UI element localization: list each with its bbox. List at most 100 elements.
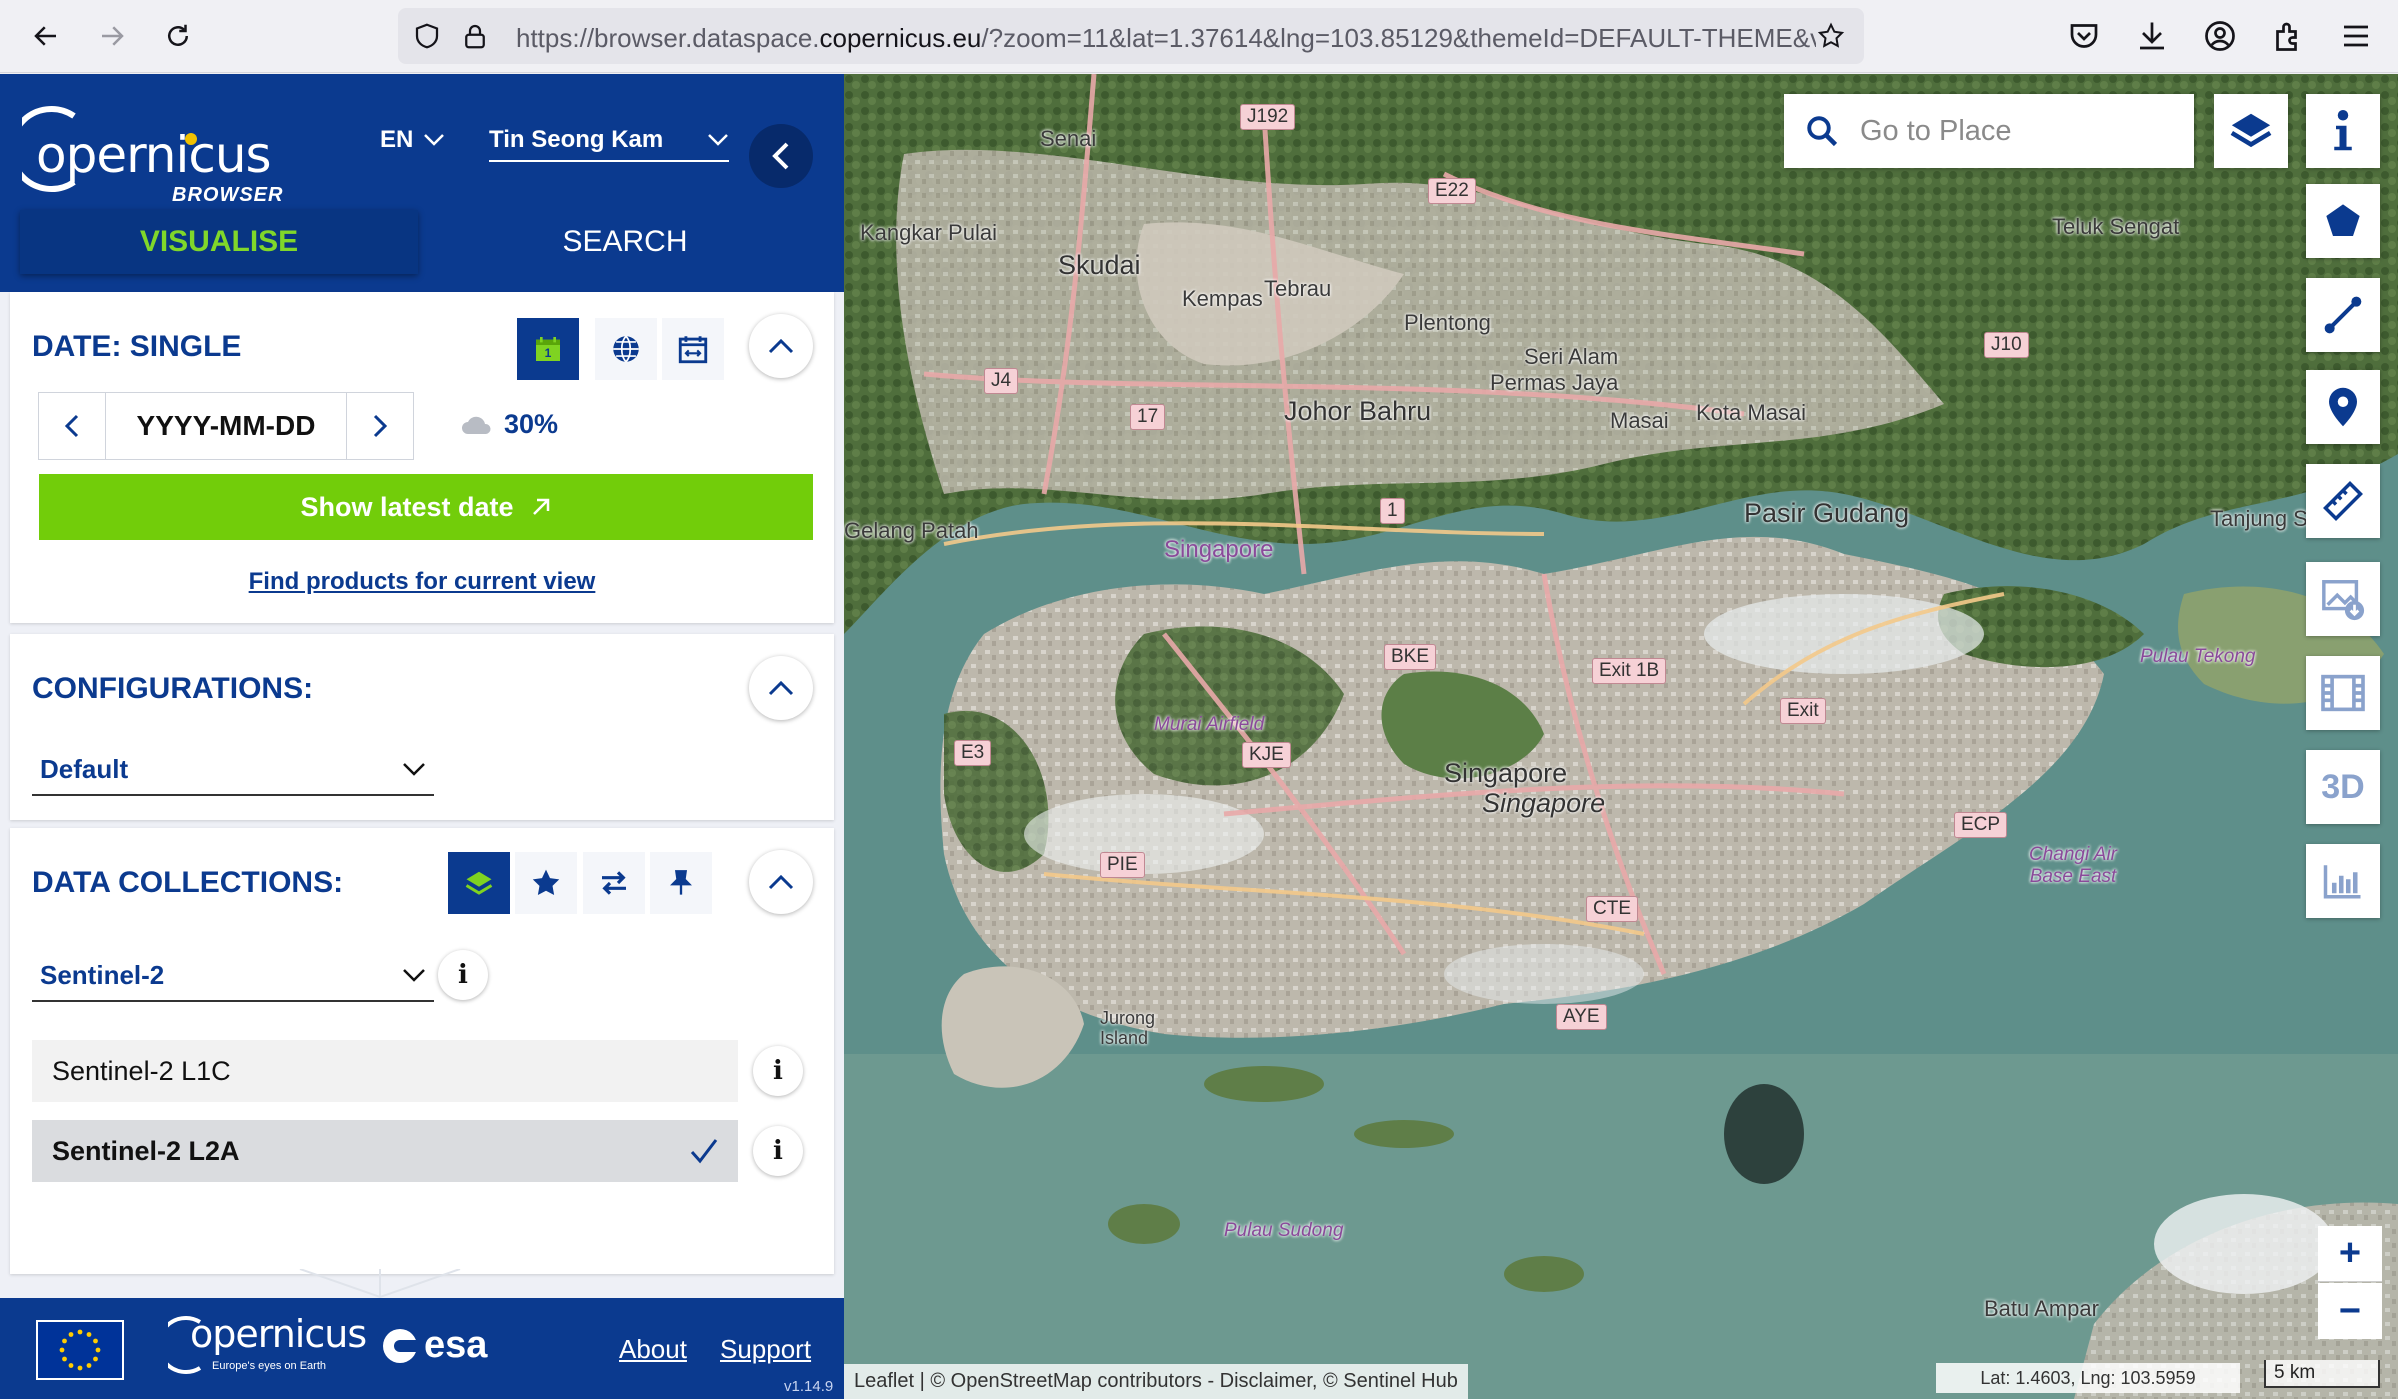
map-view[interactable]: Skudai Johor Bahru Pasir Gudang Singapor… [844, 74, 2398, 1399]
forward-icon[interactable] [90, 14, 134, 58]
tab-search[interactable]: SEARCH [430, 210, 820, 274]
label-jurong-island: Jurong Island [1100, 1008, 1156, 1048]
data-collections-title: DATA COLLECTIONS: [32, 866, 344, 899]
label-singapore-north: Singapore [1164, 536, 1274, 563]
user-menu[interactable]: Tin Seong Kam [489, 126, 729, 162]
timespan-button[interactable] [662, 318, 724, 380]
language-selector[interactable]: EN [380, 126, 445, 154]
lock-icon[interactable] [460, 21, 490, 51]
checkmark-icon [690, 1139, 718, 1164]
tab-visualise[interactable]: VISUALISE [20, 210, 418, 274]
reload-icon[interactable] [156, 14, 200, 58]
collapse-configurations-button[interactable] [749, 656, 813, 720]
next-date-button[interactable] [347, 393, 413, 459]
url-text[interactable]: https://browser.dataspace.copernicus.eu/… [516, 23, 1816, 54]
label-kempas: Kempas [1182, 286, 1263, 311]
extensions-icon[interactable] [2270, 18, 2306, 54]
collapse-date-button[interactable] [749, 314, 813, 378]
collapse-panel-button[interactable] [749, 124, 813, 188]
shield-icon[interactable] [412, 21, 442, 51]
collection-item-l1c[interactable]: Sentinel-2 L1C [32, 1040, 738, 1102]
chevron-down-icon [403, 763, 425, 776]
zoom-in-button[interactable]: + [2318, 1226, 2382, 1282]
l2a-info-button[interactable]: i [753, 1126, 803, 1176]
date-picker: YYYY-MM-DD [38, 392, 414, 460]
zoom-out-button[interactable]: − [2318, 1283, 2382, 1339]
star-icon[interactable] [1816, 21, 1846, 51]
mosaic-button[interactable] [595, 318, 657, 380]
configuration-value: Default [40, 753, 129, 784]
account-icon[interactable] [2202, 18, 2238, 54]
collection-info-button[interactable]: i [438, 950, 488, 1000]
label-batu-ampar: Batu Ampar [1984, 1296, 2099, 1321]
ruler-button[interactable] [2306, 464, 2380, 538]
globe-icon [613, 335, 639, 363]
copernicus-browser-logo[interactable]: opernicus BROWSER [22, 88, 292, 218]
l1c-info-button[interactable]: i [753, 1046, 803, 1096]
map-attribution[interactable]: Leaflet | © OpenStreetMap contributors -… [844, 1364, 1468, 1399]
shield-pie: PIE [1100, 852, 1145, 878]
label-teluk-sengat: Teluk Sengat [2052, 214, 2180, 239]
chevron-left-icon [64, 414, 79, 438]
pocket-icon[interactable] [2066, 18, 2102, 54]
compare-button[interactable] [583, 852, 645, 914]
panel-header: opernicus BROWSER EN Tin Seong Kam VISUA… [0, 74, 844, 292]
label-changi-air-base: Changi Air Base East [2028, 844, 2117, 887]
find-products-link[interactable]: Find products for current view [10, 568, 834, 596]
configurations-title: CONFIGURATIONS: [32, 672, 314, 705]
label-pulau-sudong: Pulau Sudong [1224, 1220, 1344, 1241]
shield-j4: J4 [984, 368, 1019, 394]
collection-select[interactable]: Sentinel-2 [32, 950, 434, 1002]
pin-icon [670, 870, 692, 895]
back-icon[interactable] [24, 14, 68, 58]
label-singapore-main: Singapore [1444, 758, 1568, 788]
shield-e3: E3 [954, 740, 992, 766]
single-date-button[interactable]: 1 [517, 318, 579, 380]
support-link[interactable]: Support [720, 1334, 811, 1365]
scale-bar: 5 km [2264, 1360, 2380, 1388]
collections-button[interactable] [448, 852, 510, 914]
collapse-collections-button[interactable] [749, 850, 813, 914]
label-seri-alam: Seri Alam [1524, 344, 1619, 369]
measure-distance-button[interactable] [2306, 278, 2380, 352]
draw-area-button[interactable] [2306, 184, 2380, 258]
label-johor-bahru: Johor Bahru [1284, 396, 1432, 426]
statistics-button[interactable] [2306, 844, 2380, 918]
calendar-single-icon: 1 [536, 337, 560, 361]
information-button[interactable] [2306, 94, 2380, 168]
go-to-place-search[interactable]: Go to Place [1784, 94, 2194, 168]
info-icon: i [773, 1136, 783, 1166]
show-latest-date-button[interactable]: Show latest date [39, 474, 813, 540]
address-bar[interactable]: https://browser.dataspace.copernicus.eu/… [398, 8, 1864, 64]
swap-arrows-icon [602, 871, 626, 895]
timelapse-button[interactable] [2306, 656, 2380, 730]
pentagon-icon [2326, 204, 2360, 236]
show-latest-label: Show latest date [300, 491, 514, 522]
label-pasir-gudang: Pasir Gudang [1744, 498, 1910, 528]
place-marker-button[interactable] [2306, 370, 2380, 444]
date-input[interactable]: YYYY-MM-DD [105, 393, 347, 459]
favourites-button[interactable] [515, 852, 577, 914]
side-panel: opernicus BROWSER EN Tin Seong Kam VISUA… [0, 74, 844, 1399]
label-tebrau: Tebrau [1264, 276, 1332, 301]
shield-e22: E22 [1428, 178, 1476, 204]
3d-view-button[interactable]: 3D [2306, 750, 2380, 824]
cloud-coverage[interactable]: 30% [460, 409, 558, 440]
language-label: EN [380, 126, 414, 153]
image-download-button[interactable] [2306, 562, 2380, 636]
search-placeholder: Go to Place [1860, 114, 2012, 147]
info-icon: i [458, 960, 468, 990]
shield-kje: KJE [1242, 742, 1291, 768]
about-link[interactable]: About [619, 1334, 687, 1365]
collection-item-l2a[interactable]: Sentinel-2 L2A [32, 1120, 738, 1182]
star-icon [532, 869, 560, 895]
previous-date-button[interactable] [39, 393, 105, 459]
cursor-coordinates: Lat: 1.4603, Lng: 103.5959 [1936, 1363, 2240, 1393]
layers-button[interactable] [2214, 94, 2288, 168]
decorative-lines [299, 1269, 461, 1299]
menu-icon[interactable] [2338, 18, 2374, 54]
configuration-select[interactable]: Default [32, 744, 434, 796]
download-icon[interactable] [2134, 18, 2170, 54]
info-icon [2334, 110, 2352, 151]
pins-button[interactable] [650, 852, 712, 914]
